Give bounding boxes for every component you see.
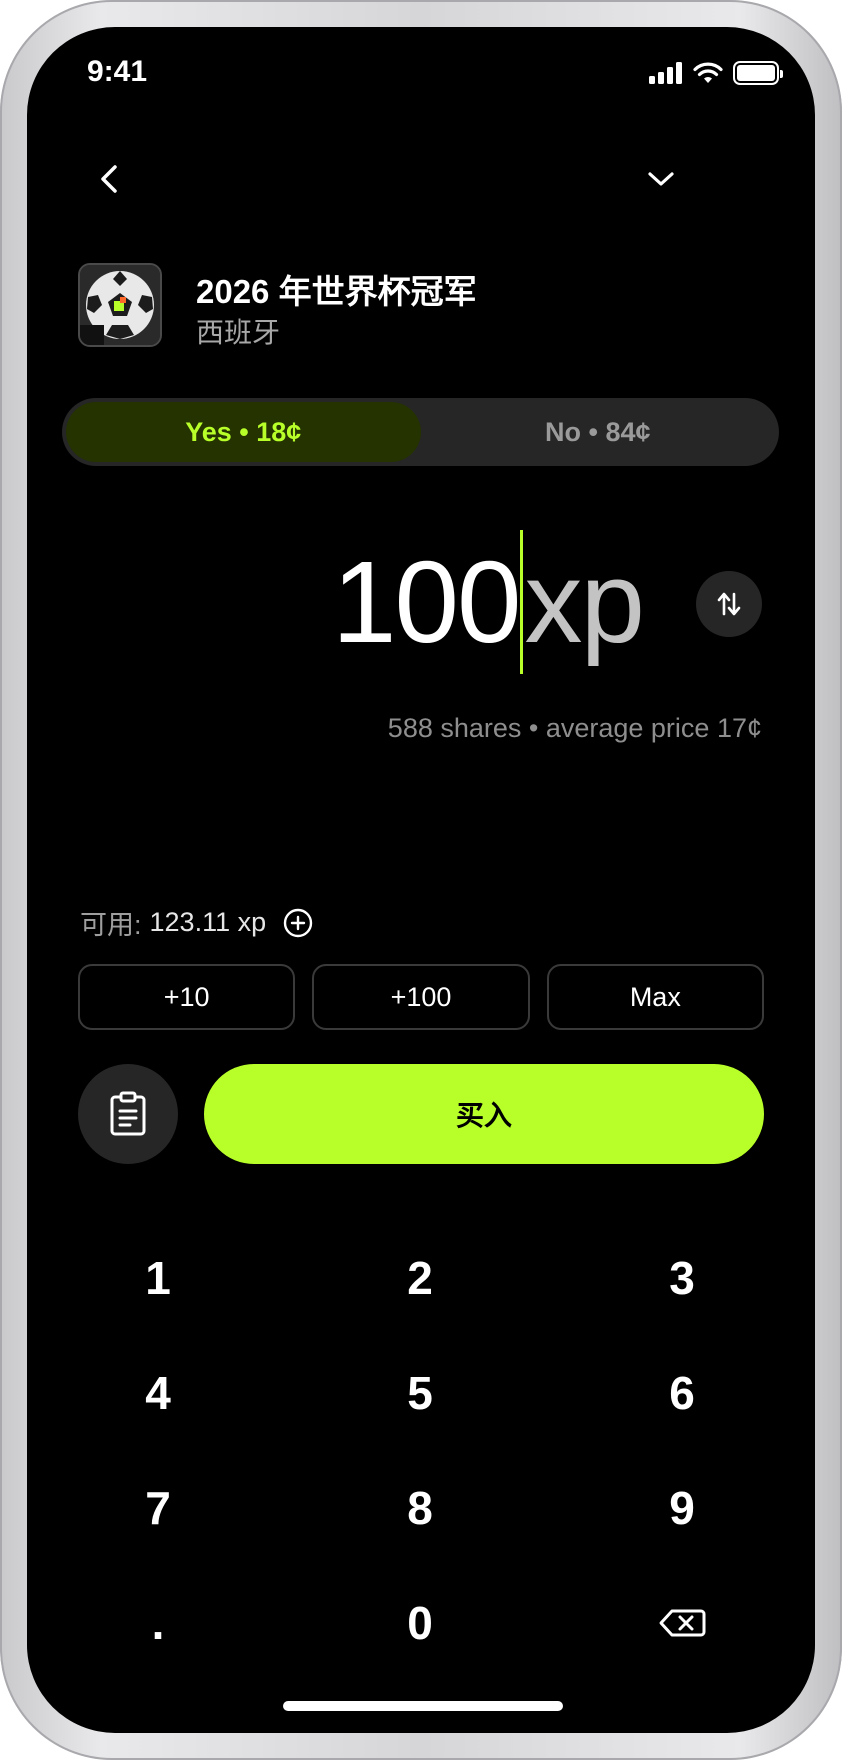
signal-icon <box>649 62 682 84</box>
device-frame: 9:41 2026 年世界杯冠军 西班牙 Yes • 18¢ No • 84¢ … <box>0 0 842 1760</box>
plus-circle-icon[interactable] <box>282 907 314 939</box>
key-backspace[interactable] <box>551 1565 813 1680</box>
market-thumbnail <box>78 263 162 347</box>
swap-units-button[interactable] <box>696 571 762 637</box>
amount-input[interactable]: 100 xp <box>331 527 645 677</box>
available-value: 123.11 xp <box>149 907 267 937</box>
backspace-icon <box>659 1609 706 1636</box>
available-label: 可用: <box>80 910 142 940</box>
status-time: 9:41 <box>87 55 148 88</box>
numeric-keypad: 1 2 3 4 5 6 7 8 9 . 0 <box>27 1220 815 1680</box>
market-outcome-name: 西班牙 <box>196 317 281 348</box>
order-details-button[interactable] <box>78 1064 178 1164</box>
battery-icon <box>733 61 783 85</box>
quick-add-row: +10 +100 Max <box>78 964 764 1030</box>
amount-value: 100 <box>331 537 522 667</box>
swap-vertical-icon <box>717 592 741 616</box>
key-3[interactable]: 3 <box>551 1220 813 1335</box>
status-icons <box>649 61 783 85</box>
available-balance: 可用: 123.11 xp <box>80 903 314 942</box>
key-5[interactable]: 5 <box>289 1335 551 1450</box>
outcome-toggle: Yes • 18¢ No • 84¢ <box>62 398 779 466</box>
market-title: 2026 年世界杯冠军 <box>196 273 477 310</box>
max-button[interactable]: Max <box>546 964 764 1030</box>
key-9[interactable]: 9 <box>551 1450 813 1565</box>
key-7[interactable]: 7 <box>27 1450 289 1565</box>
text-caret <box>520 530 524 674</box>
chevron-down-icon[interactable] <box>641 159 681 199</box>
home-indicator[interactable] <box>283 1701 563 1711</box>
shares-summary: 588 shares • average price 17¢ <box>387 713 762 743</box>
buy-button[interactable]: 买入 <box>204 1064 764 1164</box>
clipboard-icon <box>110 1091 146 1136</box>
key-8[interactable]: 8 <box>289 1450 551 1565</box>
soccer-ball-icon <box>80 265 160 345</box>
amount-unit: xp <box>524 537 645 667</box>
outcome-no-button[interactable]: No • 84¢ <box>421 402 776 462</box>
outcome-yes-button[interactable]: Yes • 18¢ <box>66 402 421 462</box>
key-1[interactable]: 1 <box>27 1220 289 1335</box>
add-100-button[interactable]: +100 <box>312 964 530 1030</box>
wifi-icon <box>693 62 723 83</box>
phone-screen: 9:41 2026 年世界杯冠军 西班牙 Yes • 18¢ No • 84¢ … <box>27 27 815 1733</box>
key-decimal[interactable]: . <box>27 1565 289 1680</box>
key-4[interactable]: 4 <box>27 1335 289 1450</box>
key-0[interactable]: 0 <box>289 1565 551 1680</box>
key-2[interactable]: 2 <box>289 1220 551 1335</box>
key-6[interactable]: 6 <box>551 1335 813 1450</box>
chevron-left-icon[interactable] <box>89 159 129 199</box>
add-10-button[interactable]: +10 <box>78 964 296 1030</box>
